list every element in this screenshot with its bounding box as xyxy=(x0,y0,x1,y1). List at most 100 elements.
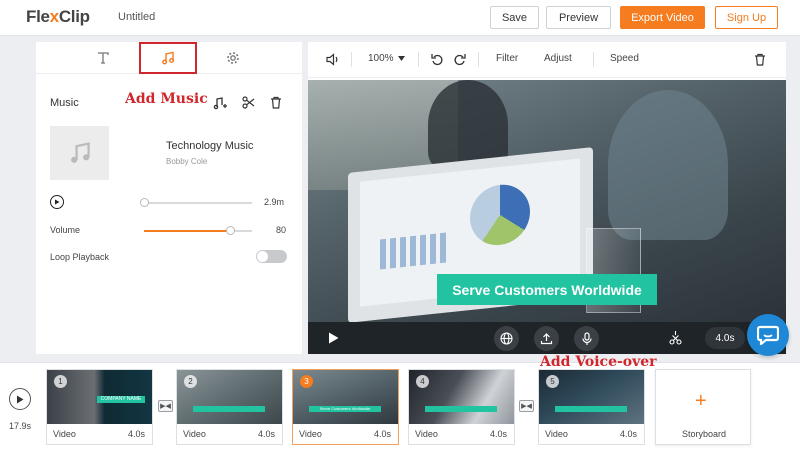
clip-number: 3 xyxy=(300,375,313,388)
music-thumbnail xyxy=(50,126,109,180)
toolbar-divider xyxy=(351,52,352,67)
adjust-button[interactable]: Adjust xyxy=(544,53,572,64)
microphone-icon xyxy=(581,331,592,345)
timeline-clip-1[interactable]: COMPANY NAME 1 Video 4.0s xyxy=(46,369,153,445)
transition-icon: ▶◀ xyxy=(521,403,532,410)
clip-number: 1 xyxy=(54,375,67,388)
toolbar-divider xyxy=(478,52,479,67)
filter-button[interactable]: Filter xyxy=(496,53,518,64)
tab-text[interactable] xyxy=(74,42,132,74)
music-panel: Music Add Music Technology Music Bobby C… xyxy=(36,42,302,354)
play-icon xyxy=(17,395,24,403)
bar-chart-graphic xyxy=(380,232,450,270)
tab-music[interactable] xyxy=(139,42,197,74)
loop-playback-label: Loop Playback xyxy=(50,252,110,262)
volume-slider-handle[interactable] xyxy=(226,226,236,235)
music-play-button[interactable] xyxy=(50,195,64,209)
clip-caption xyxy=(425,406,497,412)
storyboard-label: Storyboard xyxy=(681,429,727,439)
panel-tabs xyxy=(36,42,302,74)
clip-duration: 4.0s xyxy=(489,429,507,439)
caret-down-icon xyxy=(397,56,405,61)
text-icon xyxy=(98,52,109,64)
clip-caption: COMPANY NAME xyxy=(97,396,145,403)
clip-duration: 4.0s xyxy=(257,429,275,439)
clip-number: 2 xyxy=(184,375,197,388)
clip-type: Video xyxy=(545,429,568,439)
transition-button[interactable]: ▶◀ xyxy=(519,400,534,412)
chat-icon xyxy=(757,325,779,345)
top-bar: FlexClip Untitled Save Preview Export Vi… xyxy=(0,0,800,36)
undo-icon[interactable] xyxy=(431,53,444,66)
speed-button[interactable]: Speed xyxy=(610,53,639,64)
total-duration: 17.9s xyxy=(9,421,32,431)
volume-icon[interactable] xyxy=(326,53,340,66)
volume-slider[interactable] xyxy=(144,226,252,235)
flexclip-logo[interactable]: FlexClip xyxy=(26,7,90,27)
globe-icon xyxy=(500,332,513,345)
play-icon xyxy=(55,199,60,205)
editor-toolbar: 100% Filter Adjust Speed xyxy=(308,42,786,78)
split-scissors-icon[interactable] xyxy=(669,331,682,345)
trash-icon[interactable] xyxy=(270,96,282,109)
timeline-play-button[interactable] xyxy=(9,388,31,410)
video-editor: 100% Filter Adjust Speed Serve Customers… xyxy=(308,42,786,354)
clip-duration-button[interactable]: 4.0s xyxy=(705,327,745,349)
preview-button[interactable]: Preview xyxy=(546,6,611,29)
timeline-clip-3[interactable]: Serve Customers Worldwide 3 Video 4.0s xyxy=(292,369,399,445)
voice-over-button[interactable] xyxy=(574,326,599,351)
live-chat-button[interactable] xyxy=(747,314,789,356)
play-icon[interactable] xyxy=(328,332,339,344)
clip-caption xyxy=(555,406,627,412)
clip-type: Video xyxy=(299,429,322,439)
sign-up-button[interactable]: Sign Up xyxy=(715,6,778,29)
volume-label: Volume xyxy=(50,225,81,235)
gear-icon xyxy=(227,52,239,64)
video-caption-banner[interactable]: Serve Customers Worldwide xyxy=(437,274,657,305)
player-control-bar: 4.0s xyxy=(308,322,786,354)
tab-settings[interactable] xyxy=(204,42,262,74)
clip-number: 4 xyxy=(416,375,429,388)
video-preview[interactable]: Serve Customers Worldwide xyxy=(308,80,786,322)
timeline-clip-5[interactable]: 5 Video 4.0s xyxy=(538,369,645,445)
logo-text-suffix: Clip xyxy=(58,7,90,26)
clip-duration: 4.0s xyxy=(619,429,637,439)
save-button[interactable]: Save xyxy=(490,6,539,29)
redo-icon[interactable] xyxy=(453,53,466,66)
timeline: 17.9s COMPANY NAME 1 Video 4.0s ▶◀ 2 Vid… xyxy=(0,354,800,450)
volume-slider-fill xyxy=(144,230,231,232)
music-title: Technology Music xyxy=(166,140,254,152)
plus-icon: + xyxy=(695,390,707,412)
trash-icon[interactable] xyxy=(754,53,766,66)
preview-person xyxy=(608,90,728,240)
loop-playback-toggle[interactable] xyxy=(256,250,287,263)
toggle-knob xyxy=(257,251,268,262)
upload-icon xyxy=(540,333,553,345)
toolbar-divider xyxy=(418,52,419,67)
add-music-icon[interactable] xyxy=(213,96,227,110)
scissors-icon[interactable] xyxy=(242,96,255,109)
music-note-icon xyxy=(70,142,90,163)
add-music-annotation: Add Music xyxy=(125,91,208,107)
music-section-title: Music xyxy=(50,97,79,109)
export-video-button[interactable]: Export Video xyxy=(620,6,705,29)
zoom-select[interactable]: 100% xyxy=(368,53,405,64)
transition-button[interactable]: ▶◀ xyxy=(158,400,173,412)
toolbar-divider xyxy=(593,52,594,67)
clip-number: 5 xyxy=(546,375,559,388)
add-voice-over-annotation: Add Voice-over xyxy=(540,354,657,370)
music-progress-handle[interactable] xyxy=(140,198,149,207)
volume-value: 80 xyxy=(276,225,287,235)
logo-text-x: x xyxy=(49,7,59,26)
timeline-clip-4[interactable]: 4 Video 4.0s xyxy=(408,369,515,445)
upload-button[interactable] xyxy=(534,326,559,351)
globe-button[interactable] xyxy=(494,326,519,351)
document-title[interactable]: Untitled xyxy=(118,11,155,23)
music-note-icon xyxy=(162,51,175,65)
storyboard-button[interactable]: + Storyboard xyxy=(655,369,751,445)
clip-caption xyxy=(193,406,265,412)
timeline-clip-2[interactable]: 2 Video 4.0s xyxy=(176,369,283,445)
music-progress-slider[interactable] xyxy=(140,198,252,207)
zoom-value: 100% xyxy=(368,53,394,64)
pie-chart-graphic xyxy=(470,181,530,249)
